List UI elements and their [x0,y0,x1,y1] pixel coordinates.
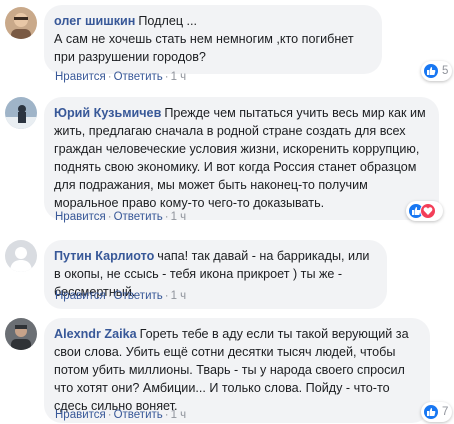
avatar[interactable] [5,7,37,39]
comment-bubble: олег шишкин Подлец ... А сам не хочешь ст… [44,5,382,74]
comment-author[interactable]: Alexndr Zaika [54,327,137,341]
reaction-count: 7 [442,406,449,418]
comment-actions: Нравится · Ответить · 1 ч [55,211,187,223]
comment-bubble: Alexndr Zaika Гореть тебе в аду если ты т… [44,318,430,423]
reply-button[interactable]: Ответить [114,409,163,421]
comment-actions: Нравится · Ответить · 1 ч [55,409,187,421]
like-button[interactable]: Нравится [55,211,106,223]
comment-actions: Нравится · Ответить · 1 ч [55,71,187,83]
like-icon [423,404,439,420]
like-button[interactable]: Нравится [55,71,106,83]
comment-text: Прежде чем пытаться учить весь мир как и… [54,106,426,210]
comment-actions: Нравится · Ответить · 1 ч [55,290,187,302]
comment-author[interactable]: Юрий Кузьмичев [54,106,161,120]
comment-author[interactable]: Путин Карлиото [54,249,154,263]
comment-author[interactable]: олег шишкин [54,14,135,28]
avatar[interactable] [5,240,37,272]
reply-button[interactable]: Ответить [114,71,163,83]
like-button[interactable]: Нравится [55,409,106,421]
like-icon [423,63,439,79]
reply-button[interactable]: Ответить [114,290,163,302]
avatar[interactable] [5,318,37,350]
comment-time[interactable]: 1 ч [171,409,187,421]
heart-icon [420,203,436,219]
avatar[interactable] [5,97,37,129]
comment-bubble: Юрий Кузьмичев Прежде чем пытаться учить … [44,97,439,220]
comment-time[interactable]: 1 ч [171,211,187,223]
reaction-summary[interactable]: 5 [421,61,453,81]
reaction-summary[interactable]: 7 [421,402,453,422]
like-button[interactable]: Нравится [55,290,106,302]
reaction-summary[interactable] [406,201,443,221]
comment-time[interactable]: 1 ч [171,71,187,83]
comment-time[interactable]: 1 ч [171,290,187,302]
reply-button[interactable]: Ответить [114,211,163,223]
reaction-count: 5 [442,65,449,77]
